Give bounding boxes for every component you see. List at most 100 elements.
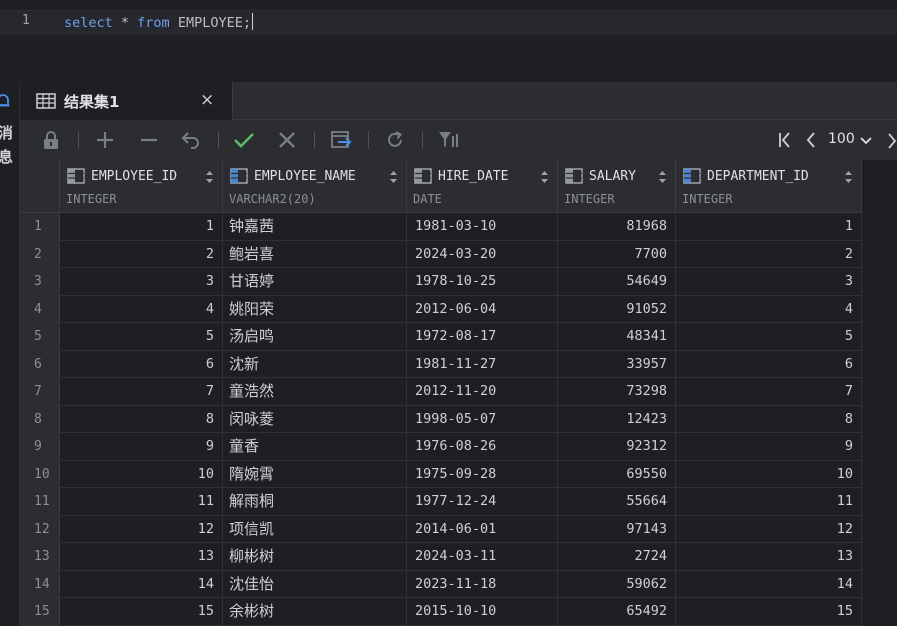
- sort-icon[interactable]: [205, 170, 214, 184]
- row-number[interactable]: 15: [20, 598, 60, 626]
- cell-hire-date[interactable]: 2012-06-04: [407, 295, 558, 323]
- cell-salary[interactable]: 33957: [558, 350, 676, 378]
- table-row[interactable]: 2 2 鲍岩喜 2024-03-20 7700 2: [20, 240, 862, 268]
- cell-employee-name[interactable]: 沈佳怡: [223, 570, 407, 598]
- cell-hire-date[interactable]: 1981-03-10: [407, 213, 558, 241]
- cell-hire-date[interactable]: 2012-11-20: [407, 378, 558, 406]
- cell-employee-name[interactable]: 闵咏菱: [223, 405, 407, 433]
- sort-icon[interactable]: [844, 170, 853, 184]
- row-number[interactable]: 11: [20, 488, 60, 516]
- column-header-hire-date[interactable]: HIRE_DATE DATE: [407, 160, 558, 213]
- row-number[interactable]: 6: [20, 350, 60, 378]
- commit-button[interactable]: [233, 129, 255, 151]
- cell-employee-id[interactable]: 9: [60, 433, 223, 461]
- cell-department-id[interactable]: 13: [676, 543, 862, 571]
- table-row[interactable]: 15 15 余彬树 2015-10-10 65492 15: [20, 598, 862, 626]
- cell-hire-date[interactable]: 1976-08-26: [407, 433, 558, 461]
- cell-salary[interactable]: 2724: [558, 543, 676, 571]
- cell-employee-id[interactable]: 11: [60, 488, 223, 516]
- table-row[interactable]: 9 9 童香 1976-08-26 92312 9: [20, 433, 862, 461]
- table-row[interactable]: 13 13 柳彬树 2024-03-11 2724 13: [20, 543, 862, 571]
- first-page-button[interactable]: [774, 129, 796, 151]
- table-row[interactable]: 6 6 沈新 1981-11-27 33957 6: [20, 350, 862, 378]
- cell-hire-date[interactable]: 1998-05-07: [407, 405, 558, 433]
- cell-employee-id[interactable]: 8: [60, 405, 223, 433]
- cell-hire-date[interactable]: 1975-09-28: [407, 460, 558, 488]
- cell-salary[interactable]: 69550: [558, 460, 676, 488]
- cell-employee-name[interactable]: 钟嘉茜: [223, 213, 407, 241]
- cell-department-id[interactable]: 5: [676, 323, 862, 351]
- table-row[interactable]: 3 3 甘语婷 1978-10-25 54649 3: [20, 268, 862, 296]
- prev-page-button[interactable]: [800, 129, 822, 151]
- table-row[interactable]: 14 14 沈佳怡 2023-11-18 59062 14: [20, 570, 862, 598]
- rollback-button[interactable]: [276, 129, 298, 151]
- close-icon[interactable]: ×: [200, 90, 214, 110]
- cell-department-id[interactable]: 2: [676, 240, 862, 268]
- column-header-department-id[interactable]: DEPARTMENT_ID INTEGER: [676, 160, 862, 213]
- cell-salary[interactable]: 81968: [558, 213, 676, 241]
- row-number[interactable]: 14: [20, 570, 60, 598]
- cell-salary[interactable]: 92312: [558, 433, 676, 461]
- cell-hire-date[interactable]: 2015-10-10: [407, 598, 558, 626]
- cell-hire-date[interactable]: 1972-08-17: [407, 323, 558, 351]
- table-row[interactable]: 4 4 姚阳荣 2012-06-04 91052 4: [20, 295, 862, 323]
- cell-employee-name[interactable]: 甘语婷: [223, 268, 407, 296]
- cell-employee-name[interactable]: 隋婉霄: [223, 460, 407, 488]
- chevron-down-icon[interactable]: [860, 136, 872, 146]
- cell-hire-date[interactable]: 2014-06-01: [407, 515, 558, 543]
- revert-button[interactable]: [180, 129, 202, 151]
- column-header-salary[interactable]: SALARY INTEGER: [558, 160, 676, 213]
- cell-hire-date[interactable]: 2023-11-18: [407, 570, 558, 598]
- cell-employee-id[interactable]: 14: [60, 570, 223, 598]
- table-row[interactable]: 8 8 闵咏菱 1998-05-07 12423 8: [20, 405, 862, 433]
- column-header-employee-id[interactable]: EMPLOYEE_ID INTEGER: [60, 160, 223, 213]
- side-label-1[interactable]: 消: [0, 122, 13, 143]
- row-number[interactable]: 5: [20, 323, 60, 351]
- refresh-button[interactable]: [384, 129, 406, 151]
- cell-employee-name[interactable]: 项信凯: [223, 515, 407, 543]
- cell-employee-id[interactable]: 13: [60, 543, 223, 571]
- cell-department-id[interactable]: 4: [676, 295, 862, 323]
- table-row[interactable]: 1 1 钟嘉茜 1981-03-10 81968 1: [20, 213, 862, 241]
- cell-salary[interactable]: 12423: [558, 405, 676, 433]
- cell-employee-name[interactable]: 解雨桐: [223, 488, 407, 516]
- cell-salary[interactable]: 55664: [558, 488, 676, 516]
- sort-icon[interactable]: [540, 170, 549, 184]
- cell-employee-name[interactable]: 余彬树: [223, 598, 407, 626]
- result-grid[interactable]: EMPLOYEE_ID INTEGER EMPLOYEE_NAME VARCHAR2…: [20, 160, 862, 626]
- sql-code-line[interactable]: select * from EMPLOYEE;: [64, 13, 253, 31]
- page-size-select[interactable]: 100: [828, 131, 855, 147]
- cell-department-id[interactable]: 14: [676, 570, 862, 598]
- cell-salary[interactable]: 48341: [558, 323, 676, 351]
- cell-salary[interactable]: 91052: [558, 295, 676, 323]
- cell-employee-name[interactable]: 沈新: [223, 350, 407, 378]
- delete-row-button[interactable]: [138, 129, 160, 151]
- row-number[interactable]: 7: [20, 378, 60, 406]
- cell-department-id[interactable]: 9: [676, 433, 862, 461]
- cell-employee-id[interactable]: 3: [60, 268, 223, 296]
- cell-salary[interactable]: 73298: [558, 378, 676, 406]
- column-header-employee-name[interactable]: EMPLOYEE_NAME VARCHAR2(20): [223, 160, 407, 213]
- cell-salary[interactable]: 7700: [558, 240, 676, 268]
- row-number[interactable]: 12: [20, 515, 60, 543]
- cell-employee-name[interactable]: 童香: [223, 433, 407, 461]
- cell-employee-id[interactable]: 2: [60, 240, 223, 268]
- cell-salary[interactable]: 54649: [558, 268, 676, 296]
- sort-icon[interactable]: [658, 170, 667, 184]
- cell-salary[interactable]: 59062: [558, 570, 676, 598]
- cell-employee-id[interactable]: 15: [60, 598, 223, 626]
- cell-department-id[interactable]: 11: [676, 488, 862, 516]
- cell-department-id[interactable]: 3: [676, 268, 862, 296]
- cell-department-id[interactable]: 10: [676, 460, 862, 488]
- cell-employee-id[interactable]: 10: [60, 460, 223, 488]
- lock-button[interactable]: [40, 129, 62, 151]
- cell-employee-name[interactable]: 姚阳荣: [223, 295, 407, 323]
- cell-employee-id[interactable]: 6: [60, 350, 223, 378]
- table-row[interactable]: 5 5 汤启鸣 1972-08-17 48341 5: [20, 323, 862, 351]
- row-number[interactable]: 4: [20, 295, 60, 323]
- cell-employee-id[interactable]: 1: [60, 213, 223, 241]
- cell-employee-name[interactable]: 鲍岩喜: [223, 240, 407, 268]
- cell-department-id[interactable]: 6: [676, 350, 862, 378]
- row-number[interactable]: 2: [20, 240, 60, 268]
- cell-department-id[interactable]: 8: [676, 405, 862, 433]
